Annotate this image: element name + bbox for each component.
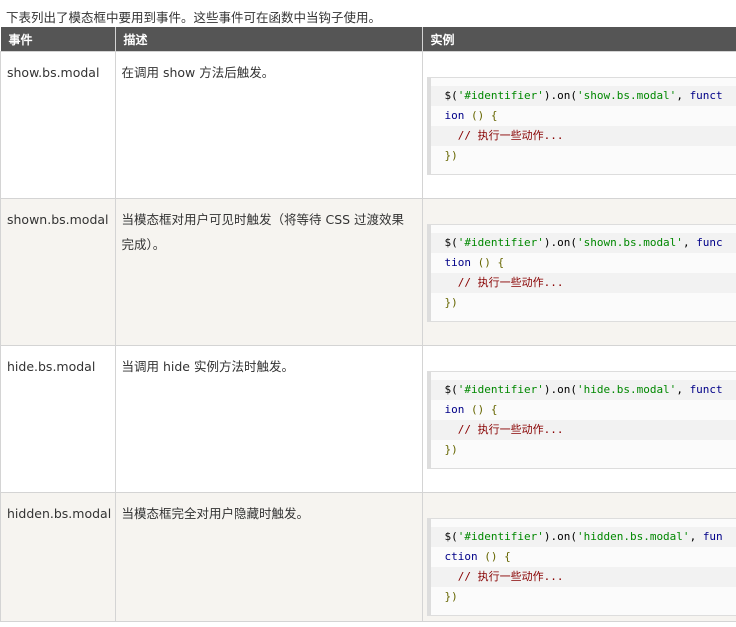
code-keyword: ction	[444, 550, 478, 563]
code-keyword: func	[696, 236, 723, 249]
code-line: ction () {	[431, 547, 736, 567]
code-comment: // 执行一些动作...	[444, 423, 564, 436]
code-comment: // 执行一些动作...	[444, 129, 564, 142]
code-token: ).on(	[543, 236, 577, 249]
code-string: 'hidden.bs.modal'	[576, 530, 690, 543]
code-string: 'show.bs.modal'	[576, 89, 677, 102]
code-keyword: ion	[444, 403, 465, 416]
code-string: '#identifier'	[457, 236, 544, 249]
code-line: ion () {	[431, 106, 736, 126]
code-token: ).on(	[543, 89, 577, 102]
event-name: hidden.bs.modal	[0, 492, 116, 622]
table-row: hidden.bs.modal 当模态框完全对用户隐藏时触发。 $('#iden…	[0, 492, 736, 622]
code-token: })	[444, 443, 458, 456]
events-table: 事件 描述 实例 show.bs.modal 在调用 show 方法后触发。 $…	[0, 27, 736, 622]
table-row: hide.bs.modal 当调用 hide 实例方法时触发。 $('#iden…	[0, 345, 736, 493]
table-row: shown.bs.modal 当模态框对用户可见时触发（将等待 CSS 过渡效果…	[0, 198, 736, 346]
code-keyword: ion	[444, 109, 465, 122]
code-line: tion () {	[431, 253, 736, 273]
intro-text: 下表列出了模态框中要用到事件。这些事件可在函数中当钩子使用。	[6, 10, 382, 25]
example-cell: $('#identifier').on('hidden.bs.modal', f…	[421, 492, 736, 622]
code-token: })	[444, 149, 458, 162]
example-cell: $('#identifier').on('show.bs.modal', fun…	[421, 51, 736, 199]
code-line: // 执行一些动作...	[430, 273, 736, 293]
code-token: $(	[444, 89, 458, 102]
code-token: $(	[444, 383, 458, 396]
code-line: $('#identifier').on('hide.bs.modal', fun…	[430, 380, 736, 400]
code-token: () {	[464, 403, 498, 416]
code-line: })	[431, 293, 736, 313]
code-string: 'shown.bs.modal'	[576, 236, 683, 249]
example-cell: $('#identifier').on('shown.bs.modal', fu…	[421, 198, 736, 346]
code-line: // 执行一些动作...	[430, 420, 736, 440]
event-description: 当模态框完全对用户隐藏时触发。	[114, 492, 423, 622]
code-token: $(	[444, 530, 458, 543]
code-block[interactable]: $('#identifier').on('hide.bs.modal', fun…	[426, 371, 736, 469]
event-name: shown.bs.modal	[0, 198, 116, 346]
code-string: '#identifier'	[457, 530, 544, 543]
code-line: ion () {	[431, 400, 736, 420]
code-token: ,	[689, 530, 703, 543]
table-header-row: 事件 描述 实例	[0, 27, 736, 52]
code-token: ,	[682, 236, 697, 249]
header-example: 实例	[422, 27, 736, 52]
code-string: '#identifier'	[457, 383, 544, 396]
code-keyword: funct	[689, 383, 723, 396]
event-description: 当模态框对用户可见时触发（将等待 CSS 过渡效果完成）。	[114, 198, 423, 346]
code-string: 'hide.bs.modal'	[576, 383, 677, 396]
code-token: ).on(	[543, 383, 577, 396]
code-line: // 执行一些动作...	[430, 567, 736, 587]
event-name: hide.bs.modal	[0, 345, 116, 493]
code-comment: // 执行一些动作...	[444, 276, 564, 289]
code-keyword: tion	[444, 256, 472, 269]
code-line: // 执行一些动作...	[430, 126, 736, 146]
table-body: show.bs.modal 在调用 show 方法后触发。 $('#identi…	[0, 51, 736, 622]
code-line: $('#identifier').on('shown.bs.modal', fu…	[430, 233, 736, 253]
code-token: () {	[471, 256, 505, 269]
code-token: $(	[444, 236, 458, 249]
code-token: () {	[477, 550, 511, 563]
event-description: 在调用 show 方法后触发。	[114, 51, 423, 199]
code-keyword: funct	[689, 89, 723, 102]
header-event: 事件	[0, 27, 116, 52]
code-line: })	[431, 587, 736, 607]
code-line: $('#identifier').on('hidden.bs.modal', f…	[430, 527, 736, 547]
code-block[interactable]: $('#identifier').on('shown.bs.modal', fu…	[426, 224, 736, 322]
header-description: 描述	[115, 27, 423, 52]
event-description: 当调用 hide 实例方法时触发。	[114, 345, 423, 493]
code-token: ).on(	[543, 530, 577, 543]
code-token: () {	[464, 109, 498, 122]
code-token: ,	[676, 89, 690, 102]
code-keyword: fun	[702, 530, 723, 543]
code-line: })	[431, 146, 736, 166]
code-comment: // 执行一些动作...	[444, 570, 564, 583]
code-token: })	[444, 296, 458, 309]
event-name: show.bs.modal	[0, 51, 116, 199]
code-string: '#identifier'	[457, 89, 544, 102]
code-line: $('#identifier').on('show.bs.modal', fun…	[430, 86, 736, 106]
code-block[interactable]: $('#identifier').on('hidden.bs.modal', f…	[426, 518, 736, 616]
code-token: })	[444, 590, 458, 603]
code-token: ,	[676, 383, 690, 396]
code-block[interactable]: $('#identifier').on('show.bs.modal', fun…	[426, 77, 736, 175]
code-line: })	[431, 440, 736, 460]
example-cell: $('#identifier').on('hide.bs.modal', fun…	[421, 345, 736, 493]
table-row: show.bs.modal 在调用 show 方法后触发。 $('#identi…	[0, 51, 736, 199]
